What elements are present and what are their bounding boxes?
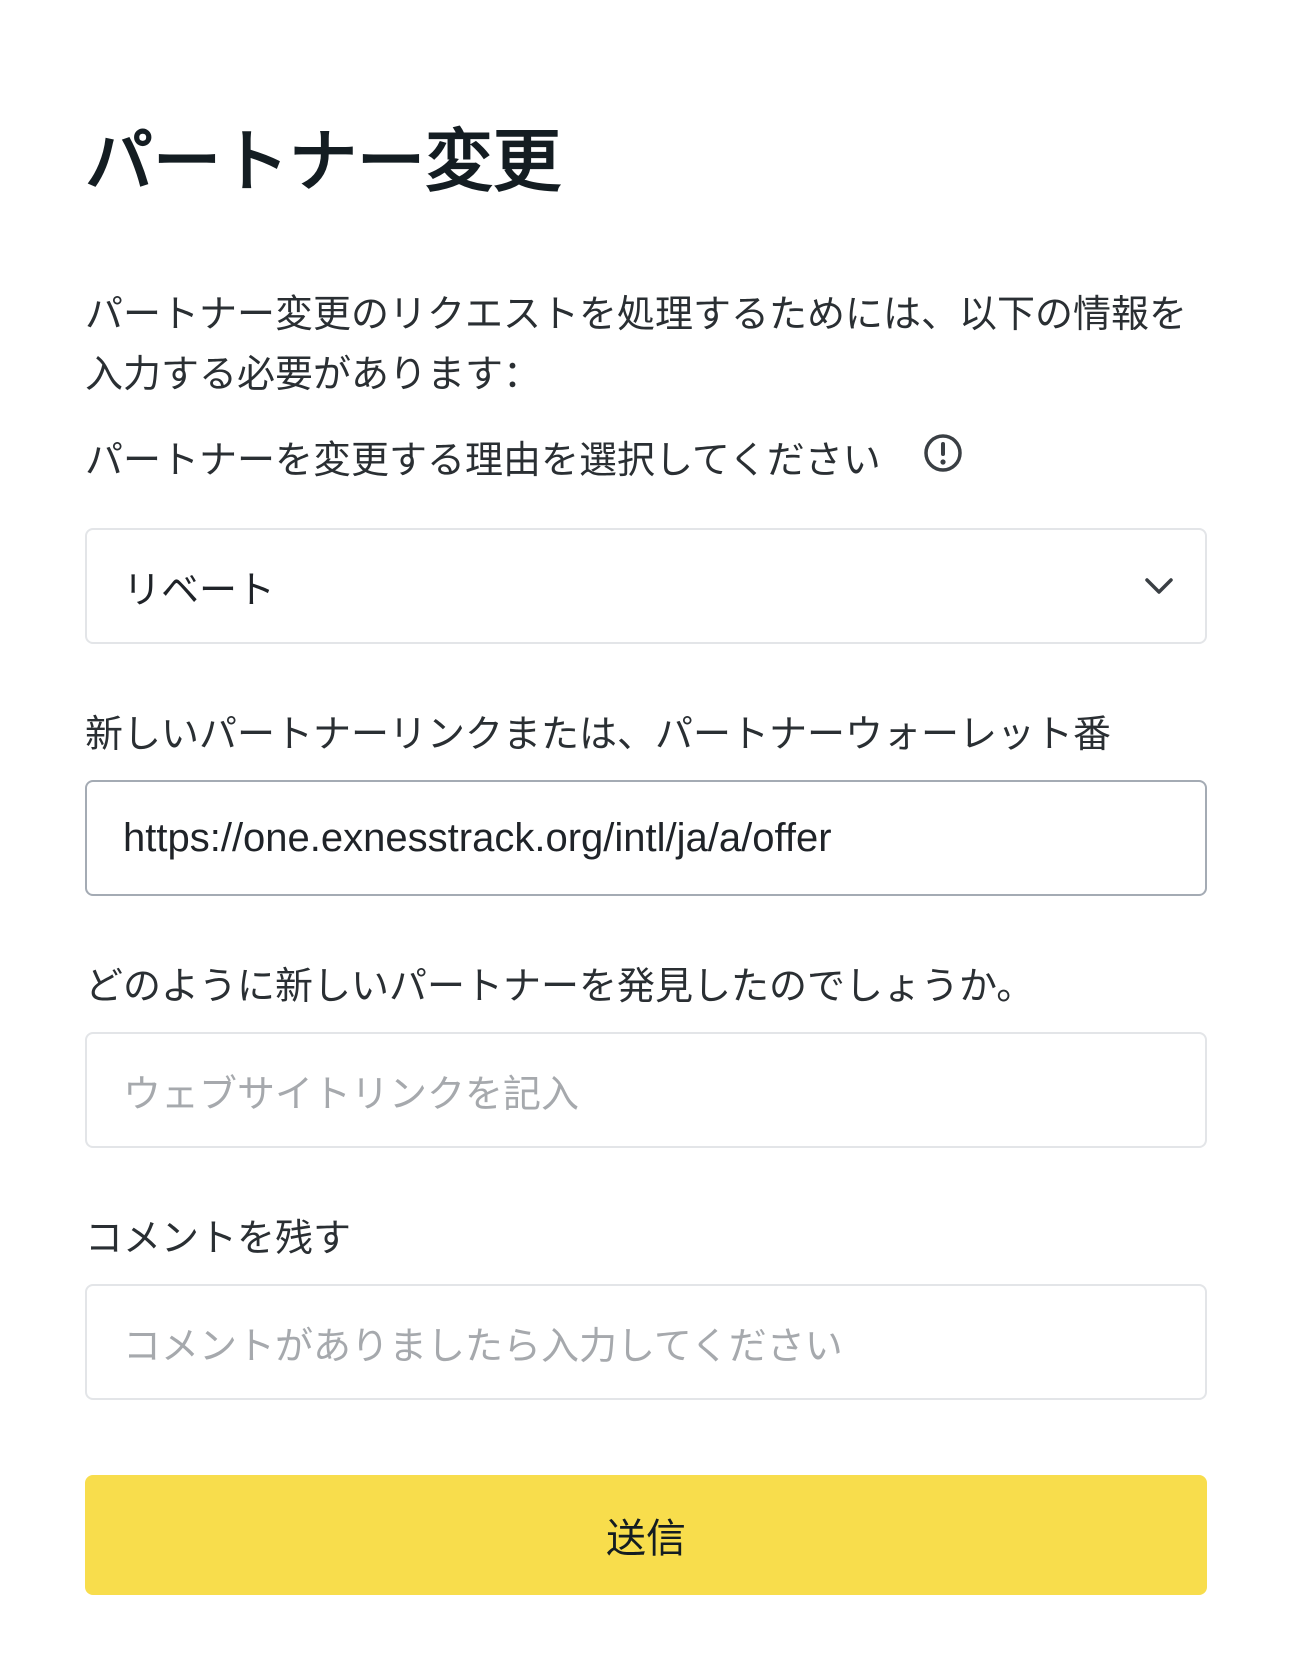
partner-link-label: 新しいパートナーリンクまたは、パートナーウォーレット番 (85, 712, 1112, 756)
comment-input[interactable]: コメントがありましたら入力してください (85, 1284, 1207, 1400)
chevron-down-icon (1143, 570, 1175, 606)
info-circle-icon[interactable] (923, 433, 963, 486)
intro-text: パートナー変更のリクエストを処理するためには、以下の情報を入力する必要があります… (85, 292, 1188, 396)
page-title: パートナー変更 (85, 123, 562, 202)
reason-select[interactable]: リベート (85, 528, 1207, 644)
reason-label: パートナーを変更する理由を選択してください (85, 438, 881, 482)
partner-link-input[interactable]: https://one.exnesstrack.org/intl/ja/a/of… (85, 780, 1207, 896)
comment-placeholder: コメントがありましたら入力してください (123, 1323, 843, 1368)
discovery-label: どのように新しいパートナーを発見したのでしょうか。 (85, 964, 1035, 1008)
website-link-placeholder: ウェブサイトリンクを記入 (123, 1071, 580, 1116)
comment-label: コメントを残す (85, 1216, 352, 1260)
website-link-input[interactable]: ウェブサイトリンクを記入 (85, 1032, 1207, 1148)
submit-button[interactable]: 送信 (85, 1475, 1207, 1595)
partner-link-value: https://one.exnesstrack.org/intl/ja/a/of… (123, 815, 832, 860)
reason-select-value: リベート (123, 567, 276, 612)
reason-label-row: パートナーを変更する理由を選択してください (85, 434, 963, 486)
